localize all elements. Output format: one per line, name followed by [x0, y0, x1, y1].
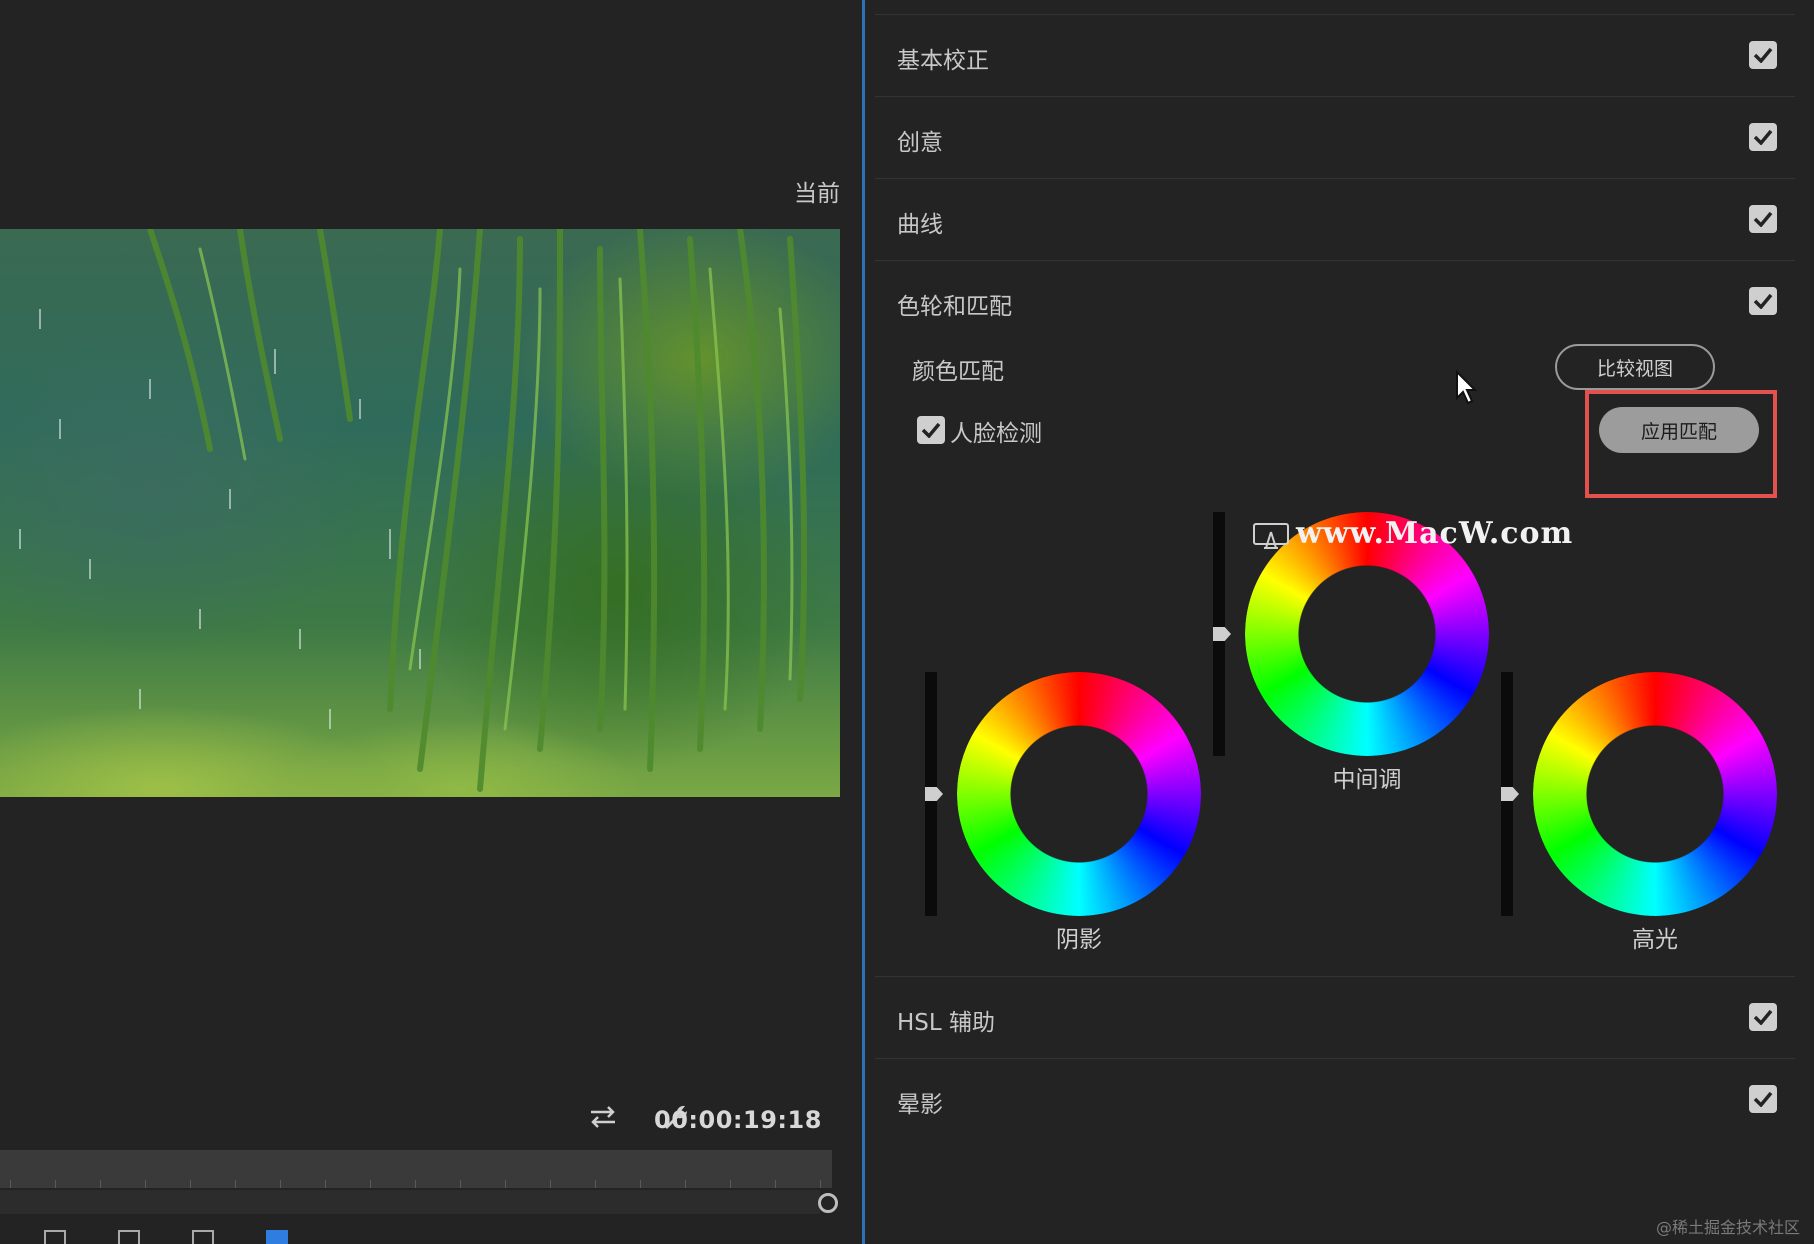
video-frame — [0, 229, 840, 797]
section-label: 基本校正 — [897, 48, 989, 74]
ruler-tick — [550, 1180, 551, 1188]
ruler-tick — [505, 1180, 506, 1188]
section-enable-checkbox[interactable] — [1749, 1003, 1777, 1031]
ruler-tick — [685, 1180, 686, 1188]
timecode[interactable]: 00:00:19:18 — [654, 1106, 822, 1134]
highlight-annotation-box — [1585, 390, 1777, 498]
checkmark-icon — [1753, 293, 1773, 309]
section-vignette[interactable]: 晕影 — [875, 1058, 1795, 1140]
section-enable-checkbox[interactable] — [1749, 41, 1777, 69]
ruler-tick — [325, 1180, 326, 1188]
section-label: 晕影 — [897, 1092, 943, 1118]
checkmark-icon — [1753, 1091, 1773, 1107]
cursor-icon — [1455, 369, 1479, 410]
ruler-tick — [640, 1180, 641, 1188]
highlights-level-slider[interactable] — [1501, 672, 1519, 916]
current-label: 当前 — [794, 181, 840, 207]
bamboo-rain-image — [19, 229, 808, 792]
slider-handle[interactable] — [1501, 787, 1519, 801]
app-root: 当前 00:00:19:18 基本校正 创意 曲线 色轮和匹配 颜色匹配 比较视… — [0, 0, 1814, 1244]
section-enable-checkbox[interactable] — [1749, 287, 1777, 315]
credit-text: @稀土掘金技术社区 — [1655, 1218, 1800, 1237]
ruler-tick — [145, 1180, 146, 1188]
section-enable-checkbox[interactable] — [1749, 205, 1777, 233]
timeline-track[interactable] — [0, 1190, 820, 1214]
ruler-tick — [595, 1180, 596, 1188]
midtones-level-slider[interactable] — [1213, 512, 1231, 756]
slider-handle[interactable] — [925, 787, 943, 801]
watermark-logo-icon — [1252, 522, 1290, 556]
midtones-label: 中间调 — [1332, 767, 1402, 793]
face-detection-checkbox[interactable] — [917, 416, 945, 444]
checkmark-icon — [1753, 129, 1773, 145]
section-curves[interactable]: 曲线 — [875, 178, 1795, 260]
slider-handle[interactable] — [1213, 627, 1231, 641]
ruler-tick — [415, 1180, 416, 1188]
mark-in-icon[interactable] — [44, 1230, 66, 1244]
face-detection-label: 人脸检测 — [950, 421, 1042, 447]
export-frame-icon[interactable] — [266, 1230, 288, 1244]
section-basic-correction[interactable]: 基本校正 — [875, 14, 1795, 96]
section-enable-checkbox[interactable] — [1749, 123, 1777, 151]
checkmark-icon — [1753, 1009, 1773, 1025]
mark-out-icon[interactable] — [118, 1230, 140, 1244]
timeline-ruler[interactable] — [0, 1150, 832, 1188]
ruler-tick — [460, 1180, 461, 1188]
section-hsl-secondary[interactable]: HSL 辅助 — [875, 976, 1795, 1058]
highlights-label: 高光 — [1632, 927, 1678, 953]
shadows-wheel[interactable] — [957, 672, 1201, 916]
section-creative[interactable]: 创意 — [875, 96, 1795, 178]
marker-icon[interactable] — [192, 1230, 214, 1244]
color-wheel-ring[interactable] — [1533, 672, 1777, 916]
color-wheel-ring[interactable] — [957, 672, 1201, 916]
section-enable-checkbox[interactable] — [1749, 1085, 1777, 1113]
shadows-level-slider[interactable] — [925, 672, 943, 916]
section-label: 曲线 — [897, 212, 943, 238]
ruler-tick — [775, 1180, 776, 1188]
section-label: 色轮和匹配 — [897, 294, 1012, 320]
ruler-tick — [190, 1180, 191, 1188]
ruler-tick — [235, 1180, 236, 1188]
section-color-wheels-match[interactable]: 色轮和匹配 — [875, 260, 1795, 342]
shadows-label: 阴影 — [1056, 927, 1102, 953]
checkmark-icon — [1753, 211, 1773, 227]
checkmark-icon — [921, 422, 941, 438]
ruler-tick — [820, 1180, 821, 1188]
ruler-tick — [280, 1180, 281, 1188]
color-match-label: 颜色匹配 — [912, 359, 1004, 385]
playhead-handle[interactable] — [818, 1193, 838, 1213]
section-label: 创意 — [897, 130, 943, 156]
ruler-tick — [370, 1180, 371, 1188]
highlights-wheel[interactable] — [1533, 672, 1777, 916]
ruler-tick — [730, 1180, 731, 1188]
watermark-text: www.MacW.com — [1296, 516, 1574, 551]
program-monitor: 当前 00:00:19:18 — [0, 0, 862, 1244]
monitor-bottom-toolbar — [44, 1230, 288, 1244]
compare-view-button[interactable]: 比较视图 — [1555, 344, 1715, 390]
lumetri-color-panel: 基本校正 创意 曲线 色轮和匹配 颜色匹配 比较视图 人脸检测 应用匹配 中间调… — [865, 0, 1814, 1244]
ruler-tick — [55, 1180, 56, 1188]
checkmark-icon — [1753, 47, 1773, 63]
ruler-tick — [10, 1180, 11, 1188]
section-label: HSL 辅助 — [897, 1010, 996, 1036]
loop-icon[interactable] — [586, 1100, 620, 1134]
ruler-tick — [100, 1180, 101, 1188]
